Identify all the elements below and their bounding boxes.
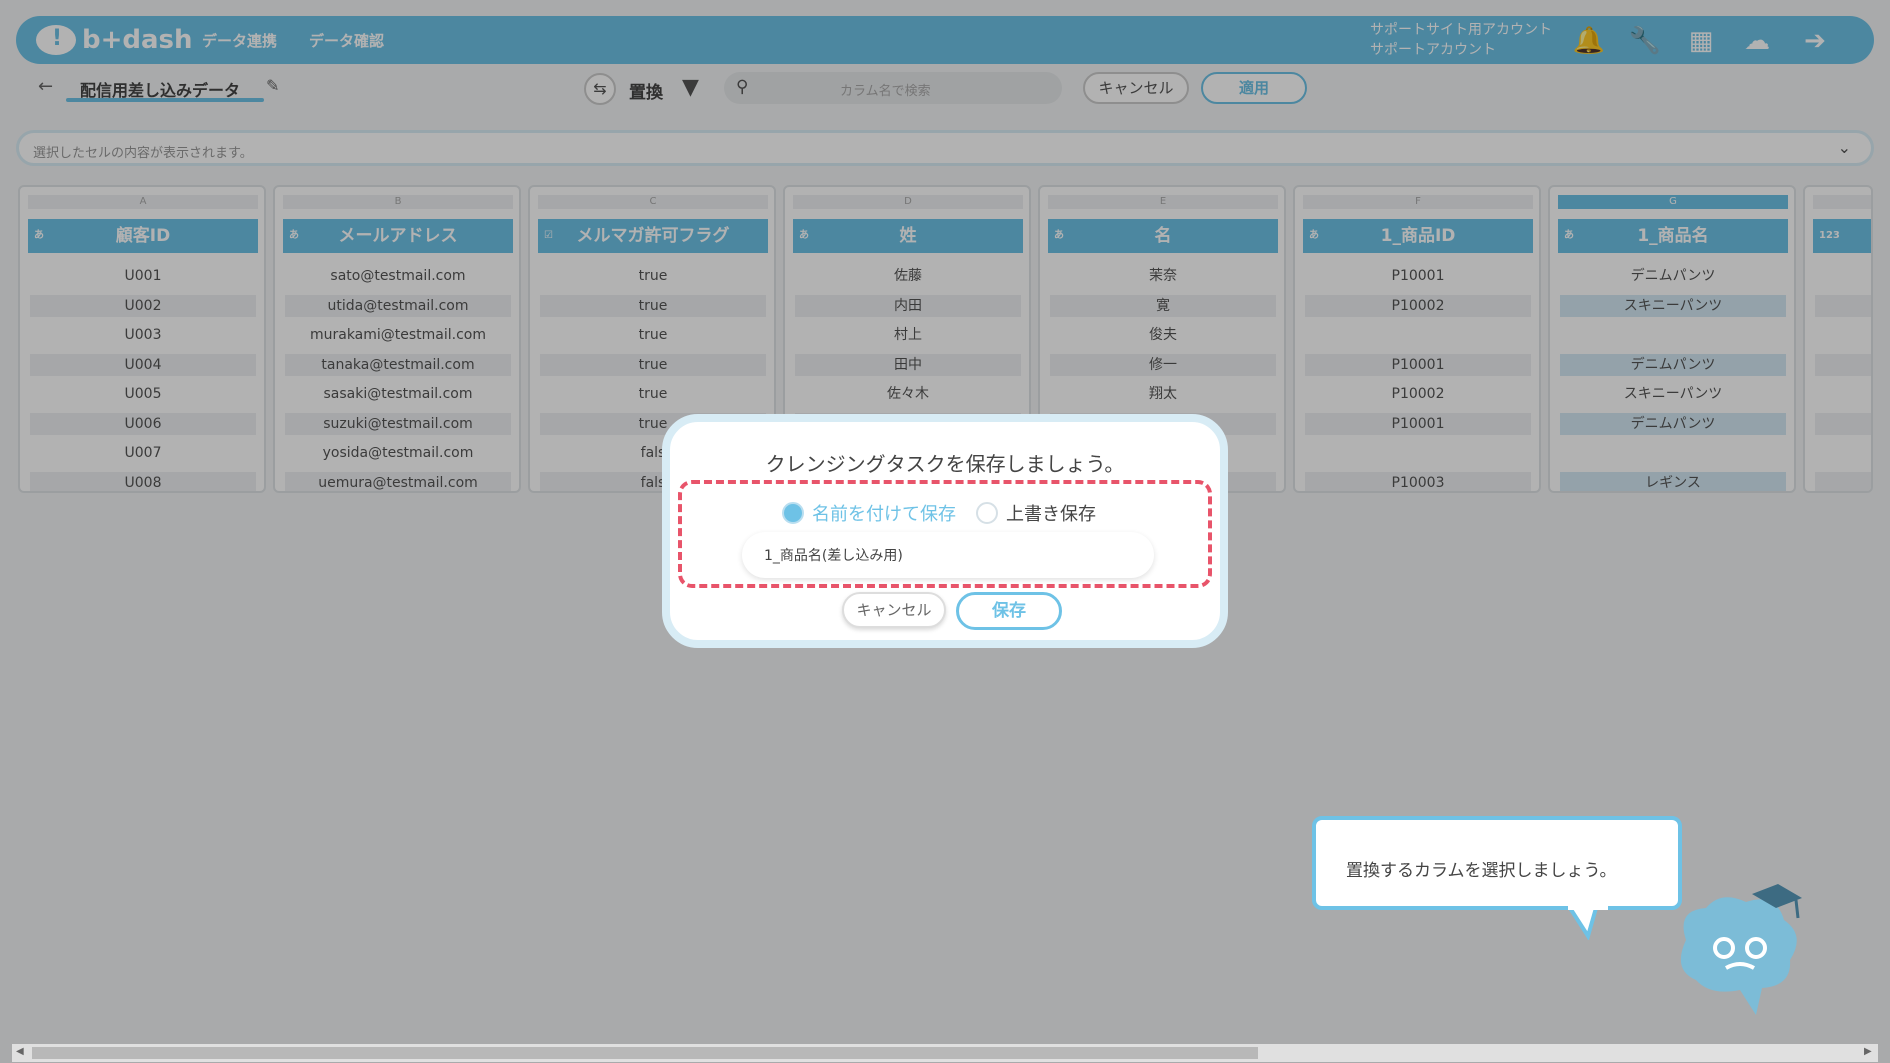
assistant-speech-bubble: 置換するカラムを選択しましょう。 [1312, 816, 1682, 910]
radio-save-as-label[interactable]: 名前を付けて保存 [812, 500, 956, 526]
horizontal-scrollbar[interactable] [12, 1044, 1878, 1062]
dialog-cancel-button[interactable]: キャンセル [842, 592, 946, 628]
assistant-message: 置換するカラムを選択しましょう。 [1346, 861, 1617, 881]
dialog-save-button[interactable]: 保存 [956, 592, 1062, 630]
save-mode-radio-group: 名前を付けて保存 上書き保存 [782, 500, 1096, 526]
radio-overwrite[interactable] [976, 502, 998, 524]
scroll-left-icon[interactable]: ◀ [16, 1046, 24, 1057]
mascot-brain-icon[interactable] [1666, 880, 1806, 1020]
scrollbar-thumb[interactable] [32, 1047, 1258, 1059]
radio-overwrite-label[interactable]: 上書き保存 [1006, 500, 1096, 526]
speech-tail [1568, 906, 1608, 940]
radio-save-as[interactable] [782, 502, 804, 524]
save-task-dialog: クレンジングタスクを保存しましょう。 名前を付けて保存 上書き保存 キャンセル … [662, 414, 1228, 648]
dialog-title: クレンジングタスクを保存しましょう。 [765, 452, 1125, 476]
task-name-input[interactable] [742, 532, 1154, 578]
scroll-right-icon[interactable]: ▶ [1864, 1046, 1872, 1057]
